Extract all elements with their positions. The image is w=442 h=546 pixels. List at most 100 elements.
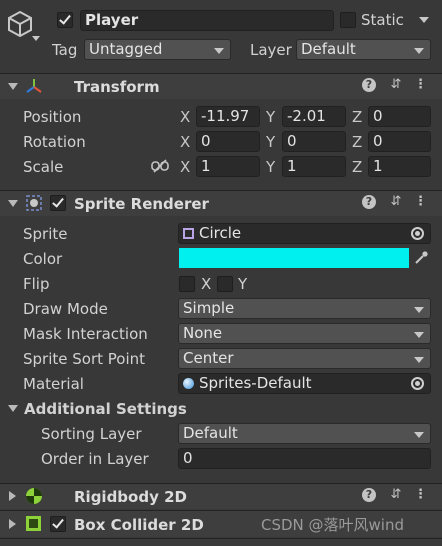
- chevron-down-icon: [414, 307, 424, 313]
- rotation-y-input[interactable]: 0: [282, 131, 346, 152]
- position-x-input[interactable]: -11.97: [196, 106, 260, 127]
- mask-interaction-value: None: [183, 324, 223, 342]
- context-menu-icon[interactable]: ⋮: [414, 487, 427, 503]
- object-picker-icon[interactable]: [411, 377, 424, 390]
- sprite-label: Sprite: [23, 225, 68, 243]
- rotation-y-axis-label[interactable]: Y: [266, 133, 275, 151]
- layer-label: Layer: [250, 41, 292, 59]
- presets-icon[interactable]: ⇵: [388, 487, 404, 503]
- sprite-sort-point-value: Center: [183, 349, 234, 367]
- flip-x-label: X: [201, 275, 212, 293]
- mask-interaction-label: Mask Interaction: [23, 325, 148, 343]
- scale-z-input[interactable]: 1: [368, 156, 431, 177]
- scale-label: Scale: [23, 158, 64, 176]
- tag-dropdown[interactable]: Untagged: [84, 39, 231, 60]
- position-y-axis-label[interactable]: Y: [266, 108, 275, 126]
- sorting-layer-label: Sorting Layer: [41, 425, 142, 443]
- position-label: Position: [23, 108, 82, 126]
- context-menu-icon[interactable]: ⋮: [414, 194, 427, 210]
- flip-y-label: Y: [238, 275, 248, 293]
- chevron-down-icon: [414, 332, 424, 338]
- help-icon[interactable]: ?: [362, 488, 376, 502]
- boxcollider2d-icon: [26, 516, 41, 531]
- presets-icon[interactable]: ⇵: [388, 77, 404, 93]
- static-checkbox[interactable]: [340, 12, 356, 28]
- additional-settings-label[interactable]: Additional Settings: [24, 400, 187, 418]
- rotation-label: Rotation: [23, 133, 86, 151]
- order-in-layer-label: Order in Layer: [41, 450, 149, 468]
- watermark-text: CSDN @落叶风wind: [261, 516, 404, 534]
- rotation-z-axis-label[interactable]: Z: [352, 133, 362, 151]
- draw-mode-label: Draw Mode: [23, 300, 108, 318]
- color-swatch[interactable]: [179, 248, 409, 268]
- boxcollider2d-title: Box Collider 2D: [74, 516, 204, 534]
- sprite-renderer-header[interactable]: Sprite Renderer ? ⇵ ⋮: [0, 190, 442, 216]
- color-label: Color: [23, 250, 63, 268]
- chevron-down-icon: [414, 357, 424, 363]
- scale-z-axis-label[interactable]: Z: [352, 158, 362, 176]
- flip-y-checkbox[interactable]: [217, 276, 233, 292]
- sorting-layer-value: Default: [183, 424, 238, 442]
- static-dropdown-arrow[interactable]: [419, 17, 429, 23]
- rigidbody2d-icon: [25, 487, 43, 505]
- draw-mode-value: Simple: [183, 299, 235, 317]
- layer-dropdown[interactable]: Default: [296, 39, 431, 60]
- sprite-renderer-enabled-checkbox[interactable]: [50, 195, 66, 211]
- foldout-arrow-icon[interactable]: [8, 83, 18, 90]
- scale-x-axis-label[interactable]: X: [180, 158, 190, 176]
- gameobject-cube-icon: [6, 10, 34, 38]
- scale-x-input[interactable]: 1: [196, 156, 260, 177]
- material-label: Material: [23, 375, 84, 393]
- transform-icon: [26, 78, 42, 94]
- rigidbody2d-header[interactable]: Rigidbody 2D ? ⇵ ⋮: [0, 483, 442, 509]
- boxcollider2d-enabled-checkbox[interactable]: [50, 516, 66, 532]
- sprite-asset-icon: [183, 228, 194, 239]
- mask-interaction-dropdown[interactable]: None: [178, 323, 431, 344]
- object-name-input[interactable]: Player: [80, 10, 334, 31]
- material-asset-icon: [183, 378, 194, 389]
- position-y-input[interactable]: -2.01: [282, 106, 346, 127]
- flip-label: Flip: [23, 275, 50, 293]
- foldout-arrow-icon[interactable]: [8, 200, 18, 207]
- position-x-axis-label[interactable]: X: [180, 108, 190, 126]
- boxcollider2d-header[interactable]: Box Collider 2D CSDN @落叶风wind: [0, 510, 442, 537]
- presets-icon[interactable]: ⇵: [388, 194, 404, 210]
- chevron-down-icon: [414, 48, 424, 54]
- scale-y-input[interactable]: 1: [282, 156, 346, 177]
- position-z-axis-label[interactable]: Z: [352, 108, 362, 126]
- unlink-icon[interactable]: [151, 159, 169, 173]
- eyedropper-icon[interactable]: [413, 250, 429, 266]
- icon-dropdown-arrow[interactable]: [32, 36, 40, 41]
- chevron-down-icon: [214, 48, 224, 54]
- transform-title: Transform: [74, 78, 160, 96]
- help-icon[interactable]: ?: [362, 195, 376, 209]
- additional-settings-foldout-icon[interactable]: [8, 405, 18, 412]
- object-picker-icon[interactable]: [411, 227, 424, 240]
- tag-label: Tag: [52, 41, 78, 59]
- context-menu-icon[interactable]: ⋮: [414, 77, 427, 93]
- order-in-layer-input[interactable]: 0: [178, 448, 431, 469]
- foldout-arrow-icon[interactable]: [9, 519, 16, 529]
- help-icon[interactable]: ?: [362, 78, 376, 92]
- sprite-sort-point-dropdown[interactable]: Center: [178, 348, 431, 369]
- flip-x-checkbox[interactable]: [179, 276, 195, 292]
- static-label: Static: [361, 11, 404, 29]
- position-z-input[interactable]: 0: [368, 106, 431, 127]
- sprite-object-field[interactable]: Circle: [178, 223, 431, 244]
- scale-y-axis-label[interactable]: Y: [266, 158, 275, 176]
- sorting-layer-dropdown[interactable]: Default: [178, 423, 431, 444]
- material-object-field[interactable]: Sprites-Default: [178, 373, 431, 394]
- foldout-arrow-icon[interactable]: [9, 491, 16, 501]
- transform-header[interactable]: Transform ? ⇵ ⋮: [0, 73, 442, 99]
- chevron-down-icon: [414, 432, 424, 438]
- material-value: Sprites-Default: [199, 374, 312, 392]
- active-checkbox[interactable]: [57, 12, 73, 28]
- rotation-x-axis-label[interactable]: X: [180, 133, 190, 151]
- draw-mode-dropdown[interactable]: Simple: [178, 298, 431, 319]
- rotation-x-input[interactable]: 0: [196, 131, 260, 152]
- sprite-value: Circle: [199, 224, 242, 242]
- sprite-renderer-title: Sprite Renderer: [74, 195, 209, 213]
- rotation-z-input[interactable]: 0: [368, 131, 431, 152]
- sprite-renderer-icon: [25, 194, 43, 212]
- rigidbody2d-title: Rigidbody 2D: [74, 488, 187, 506]
